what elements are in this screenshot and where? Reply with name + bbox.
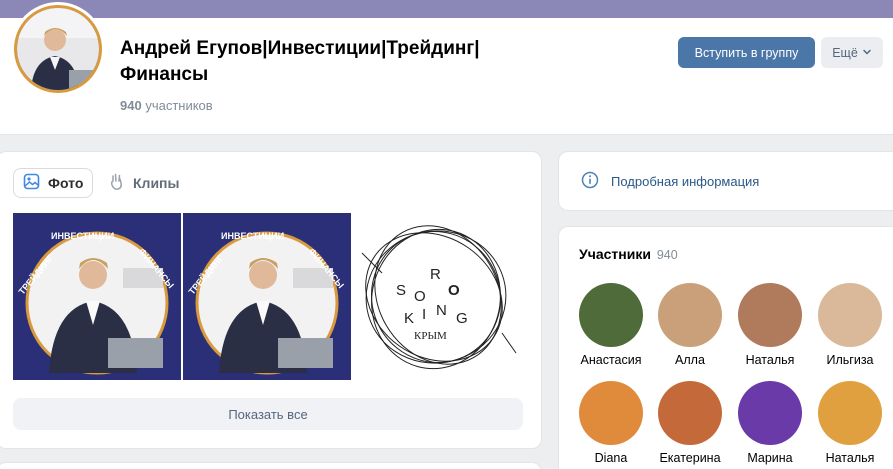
- group-cover: [0, 0, 893, 18]
- detailed-info-link[interactable]: Подробная информация: [581, 171, 759, 192]
- member-avatar: [738, 381, 802, 445]
- photos-card: Фото Клипы ИНВЕСТИЦИИ ТРЕЙДИНГ ФИНАНСЫ И…: [0, 151, 542, 449]
- member-avatar: [738, 283, 802, 347]
- member-name: Ильгиза: [826, 353, 874, 367]
- logo-letter-r: R: [430, 266, 441, 283]
- photo-thumbnail-1[interactable]: ИНВЕСТИЦИИ ТРЕЙДИНГ ФИНАНСЫ: [13, 213, 181, 380]
- member-item[interactable]: Анастасия: [571, 283, 651, 367]
- members-card: Участники 940 Анастасия Алла Наталья Иль…: [558, 226, 893, 469]
- members-count-number: 940: [120, 98, 142, 113]
- member-avatar: [818, 381, 882, 445]
- members-heading[interactable]: Участники 940: [579, 246, 678, 262]
- logo-letter-g: G: [456, 310, 468, 327]
- tab-photos[interactable]: Фото: [13, 168, 93, 198]
- member-avatar: [579, 283, 643, 347]
- show-all-photos-button[interactable]: Показать все: [13, 398, 523, 430]
- member-item[interactable]: Наталья: [730, 283, 810, 367]
- member-avatar: [579, 381, 643, 445]
- logo-letter-s: S: [396, 282, 406, 299]
- tab-clips[interactable]: Клипы: [109, 168, 179, 198]
- join-group-button[interactable]: Вступить в группу: [678, 37, 815, 68]
- member-item[interactable]: Ильгиза: [810, 283, 890, 367]
- banner-top-text: ИНВЕСТИЦИИ: [51, 231, 114, 241]
- logo-letter-i: I: [422, 306, 426, 323]
- info-icon: [581, 171, 599, 192]
- photo-icon: [23, 173, 40, 193]
- photo-thumbnail-3-logo[interactable]: S O R O K I N G КРЫМ: [352, 213, 520, 380]
- member-name: Наталья: [745, 353, 795, 367]
- member-item[interactable]: Diana: [571, 381, 651, 465]
- member-name: Анастасия: [580, 353, 642, 367]
- tab-clips-label: Клипы: [133, 175, 180, 191]
- banner-top-text: ИНВЕСТИЦИИ: [221, 231, 284, 241]
- member-item[interactable]: Марина: [730, 381, 810, 465]
- logo-city-text: КРЫМ: [414, 330, 447, 342]
- group-header: Андрей Егупов|Инвестиции|Трейдинг|Финанс…: [0, 2, 893, 135]
- member-name: Екатерина: [659, 451, 721, 465]
- member-item[interactable]: Алла: [650, 283, 730, 367]
- members-heading-label: Участники: [579, 246, 651, 262]
- member-name: Наталья: [825, 451, 875, 465]
- clips-hand-icon: [109, 173, 125, 194]
- photo-thumbnail-2[interactable]: ИНВЕСТИЦИИ ТРЕЙДИНГ ФИНАНСЫ: [183, 213, 351, 380]
- member-name: Алла: [675, 353, 705, 367]
- member-avatar: [658, 283, 722, 347]
- more-button[interactable]: Ещё: [821, 37, 883, 68]
- tab-photos-label: Фото: [48, 175, 84, 191]
- info-card: Подробная информация: [558, 151, 893, 211]
- logo-letter-k: K: [404, 310, 414, 327]
- avatar-photo: [14, 5, 102, 93]
- group-members-count[interactable]: 940 участников: [120, 98, 213, 113]
- group-avatar[interactable]: [11, 2, 105, 96]
- next-card-edge: [0, 462, 542, 469]
- members-heading-count: 940: [656, 248, 678, 262]
- more-button-label: Ещё: [832, 45, 858, 60]
- member-avatar: [818, 283, 882, 347]
- logo-letter-o2: O: [448, 282, 460, 299]
- group-title: Андрей Егупов|Инвестиции|Трейдинг|Финанс…: [120, 38, 480, 85]
- logo-letter-n: N: [436, 302, 447, 319]
- member-name: Diana: [594, 451, 628, 465]
- member-name: Марина: [747, 451, 793, 465]
- members-count-word: участников: [145, 98, 213, 113]
- chevron-down-icon: [862, 46, 872, 60]
- detailed-info-label: Подробная информация: [611, 174, 760, 189]
- logo-letter-o: O: [414, 288, 426, 305]
- member-item[interactable]: Наталья: [810, 381, 890, 465]
- member-item[interactable]: Екатерина: [650, 381, 730, 465]
- member-avatar: [658, 381, 722, 445]
